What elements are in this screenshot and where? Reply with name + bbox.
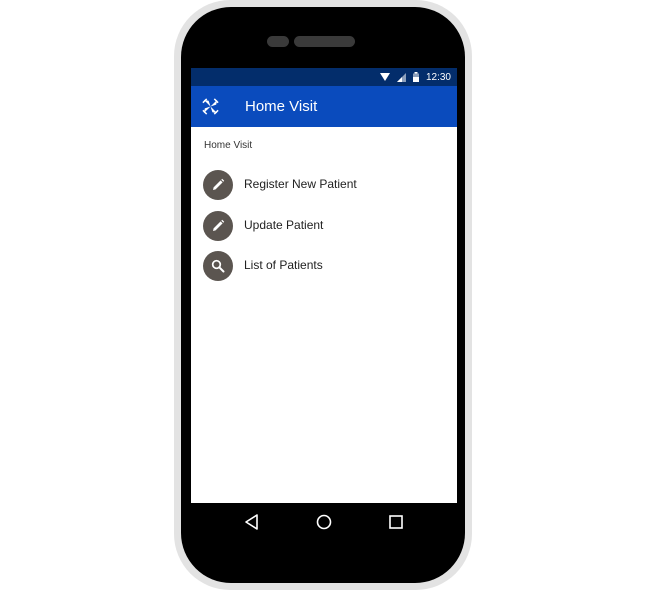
home-icon[interactable] [315,513,333,531]
back-icon[interactable] [243,513,261,531]
recents-icon[interactable] [387,513,405,531]
menu-item-label: Register New Patient [244,177,357,191]
menu-item-update-patient[interactable]: Update Patient [191,209,457,245]
earpiece-speaker [294,36,355,47]
front-camera [267,36,289,47]
pencil-icon [203,211,233,241]
menu-item-register-new-patient[interactable]: Register New Patient [191,168,457,204]
status-time: 12:30 [425,71,451,83]
battery-icon [412,72,419,82]
status-icons: 12:30 [379,68,451,86]
status-bar: 12:30 [191,68,457,86]
signal-icon [396,72,406,82]
page-title: Home Visit [245,98,318,115]
canvas: 12:30 Home Visit Home Visit Register New… [0,0,648,590]
pencil-icon [203,170,233,200]
menu-item-label: List of Patients [244,258,323,272]
app-bar: Home Visit [191,86,457,127]
menu-item-label: Update Patient [244,218,324,232]
wifi-icon [379,72,390,81]
search-icon [203,251,233,281]
app-logo-icon [202,98,219,115]
system-nav-bar [191,503,457,539]
phone-screen: 12:30 Home Visit Home Visit Register New… [191,68,457,503]
menu-item-list-of-patients[interactable]: List of Patients [191,249,457,285]
section-heading: Home Visit [204,140,253,151]
